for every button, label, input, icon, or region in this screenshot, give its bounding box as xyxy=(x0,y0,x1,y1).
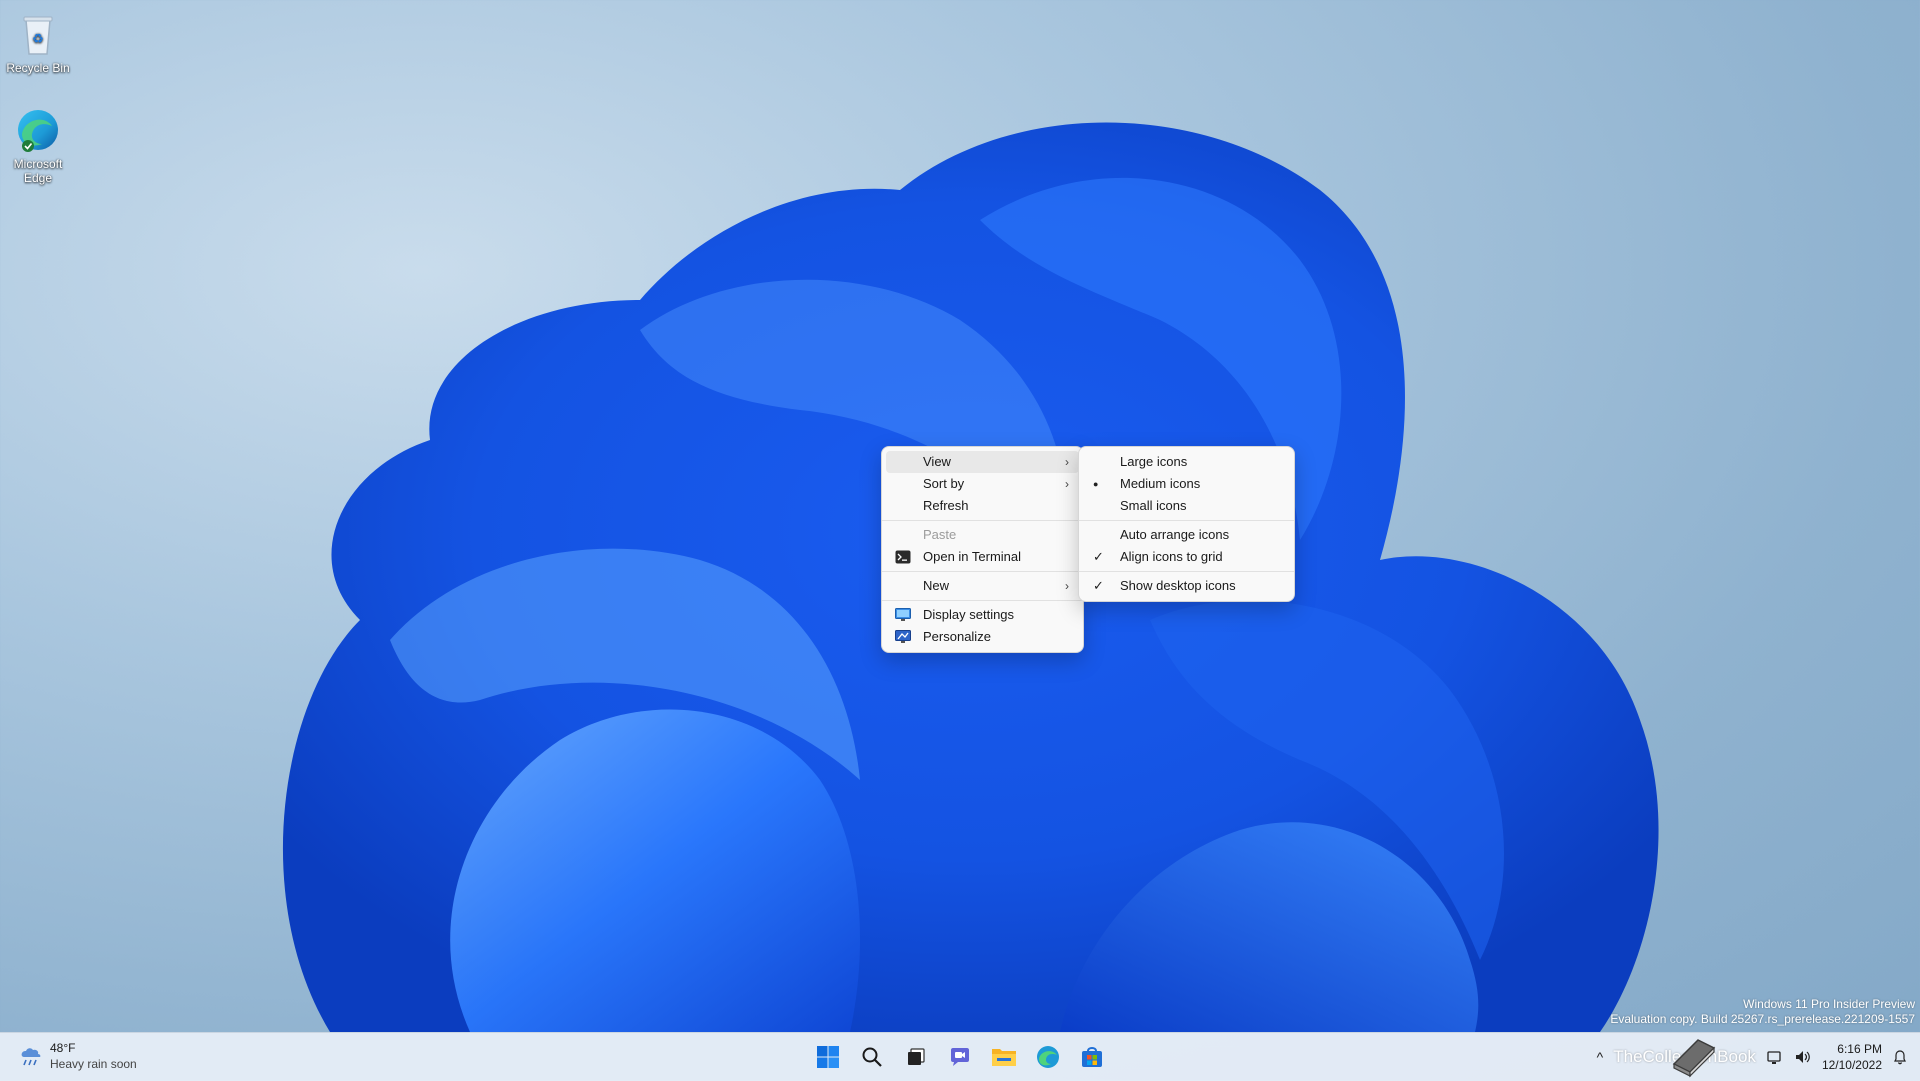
teams-chat-icon xyxy=(951,1048,969,1066)
search-button[interactable] xyxy=(854,1039,890,1075)
menu-separator xyxy=(882,571,1083,572)
menu-item-open-in-terminal[interactable]: Open in Terminal xyxy=(886,546,1079,568)
submenu-item-large-icons[interactable]: Large icons xyxy=(1083,451,1290,473)
chevron-right-icon: › xyxy=(1065,477,1069,491)
recycle-bin-icon: ♻ xyxy=(14,10,62,58)
submenu-item-label: Small icons xyxy=(1120,498,1187,513)
task-view-button[interactable] xyxy=(898,1039,934,1075)
menu-item-label: Paste xyxy=(923,527,957,542)
teams-chat-button[interactable] xyxy=(942,1039,978,1075)
menu-item-display-settings[interactable]: Display settings xyxy=(886,604,1079,626)
network-icon[interactable] xyxy=(1766,1049,1784,1065)
submenu-item-label: Medium icons xyxy=(1120,476,1201,491)
edge-label: Microsoft Edge xyxy=(13,157,63,185)
menu-item-label: Open in Terminal xyxy=(923,549,1022,564)
start-button[interactable] xyxy=(810,1039,846,1075)
submenu-item-label: Align icons to grid xyxy=(1120,549,1223,564)
edge-icon xyxy=(1037,1046,1059,1068)
submenu-item-show-desktop-icons[interactable]: ✓ Show desktop icons xyxy=(1083,575,1290,597)
checkmark-icon: ✓ xyxy=(1093,549,1104,564)
menu-item-new[interactable]: New › xyxy=(886,575,1079,597)
menu-item-label: View xyxy=(923,454,951,469)
rain-cloud-icon xyxy=(21,1048,41,1066)
taskbar: 48°F Heavy rain soon ^ 6:16 PM 12/10/202… xyxy=(0,1032,1920,1081)
chevron-right-icon: › xyxy=(1065,579,1069,593)
menu-item-refresh[interactable]: Refresh xyxy=(886,495,1079,517)
weather-condition: Heavy rain soon xyxy=(50,1057,137,1071)
view-submenu: Large icons ● Medium icons Small icons A… xyxy=(1078,446,1295,602)
weather-temperature: 48°F xyxy=(50,1041,76,1055)
book-logo-icon xyxy=(1672,1039,1716,1078)
notification-icon[interactable] xyxy=(1892,1049,1908,1065)
menu-separator xyxy=(882,520,1083,521)
menu-item-sort-by[interactable]: Sort by › xyxy=(886,473,1079,495)
system-tray: ^ TheCollectionBook 6:16 PM 12/10/2022 xyxy=(1597,1039,1908,1075)
display-icon xyxy=(895,608,911,621)
menu-item-view[interactable]: View › xyxy=(886,451,1079,473)
menu-item-personalize[interactable]: Personalize xyxy=(886,626,1079,648)
menu-item-label: Sort by xyxy=(923,476,965,491)
submenu-item-label: Show desktop icons xyxy=(1120,578,1236,593)
desktop-context-menu: View › Sort by › Refresh Paste Open in T… xyxy=(881,446,1084,653)
personalize-icon xyxy=(895,630,911,643)
taskbar-apps xyxy=(810,1039,1110,1075)
menu-item-label: New xyxy=(923,578,950,593)
recycle-bin-label: Recycle Bin xyxy=(6,61,70,75)
menu-item-paste: Paste xyxy=(886,524,1079,546)
tray-overflow-chevron-icon[interactable]: ^ xyxy=(1597,1049,1604,1065)
submenu-item-small-icons[interactable]: Small icons xyxy=(1083,495,1290,517)
edge-taskbar-button[interactable] xyxy=(1030,1039,1066,1075)
checkmark-icon: ✓ xyxy=(1093,578,1104,593)
menu-separator xyxy=(1079,520,1294,521)
watermark-line-1: Windows 11 Pro Insider Preview xyxy=(1743,997,1915,1011)
desktop-icon-edge[interactable]: Microsoft Edge xyxy=(0,106,78,185)
volume-icon[interactable] xyxy=(1794,1049,1812,1065)
start-icon xyxy=(817,1046,839,1068)
submenu-item-label: Auto arrange icons xyxy=(1120,527,1230,542)
submenu-item-label: Large icons xyxy=(1120,454,1188,469)
menu-separator xyxy=(882,600,1083,601)
menu-separator xyxy=(1079,571,1294,572)
clock-date: 12/10/2022 xyxy=(1821,1058,1882,1072)
menu-item-label: Display settings xyxy=(923,607,1015,622)
menu-item-label: Refresh xyxy=(923,498,969,513)
evaluation-watermark: Windows 11 Pro Insider Preview Evaluatio… xyxy=(1610,997,1915,1027)
menu-item-label: Personalize xyxy=(923,629,991,644)
chevron-right-icon: › xyxy=(1065,455,1069,469)
clock[interactable]: 6:16 PM 12/10/2022 xyxy=(1822,1041,1882,1073)
file-explorer-icon xyxy=(992,1049,1016,1066)
desktop-icon-recycle-bin[interactable]: ♻ Recycle Bin xyxy=(0,10,78,75)
store-icon xyxy=(1082,1047,1102,1067)
file-explorer-button[interactable] xyxy=(986,1039,1022,1075)
svg-text:♻: ♻ xyxy=(32,31,44,46)
task-view-icon xyxy=(908,1048,925,1065)
submenu-item-auto-arrange[interactable]: Auto arrange icons xyxy=(1083,524,1290,546)
watermark-line-2: Evaluation copy. Build 25267.rs_prerelea… xyxy=(1610,1012,1915,1026)
clock-time: 6:16 PM xyxy=(1837,1042,1882,1056)
search-icon xyxy=(862,1047,882,1067)
submenu-item-medium-icons[interactable]: ● Medium icons xyxy=(1083,473,1290,495)
store-button[interactable] xyxy=(1074,1039,1110,1075)
terminal-icon xyxy=(895,550,911,564)
radio-dot-icon: ● xyxy=(1093,479,1099,489)
edge-icon xyxy=(14,106,62,154)
submenu-item-align-to-grid[interactable]: ✓ Align icons to grid xyxy=(1083,546,1290,568)
